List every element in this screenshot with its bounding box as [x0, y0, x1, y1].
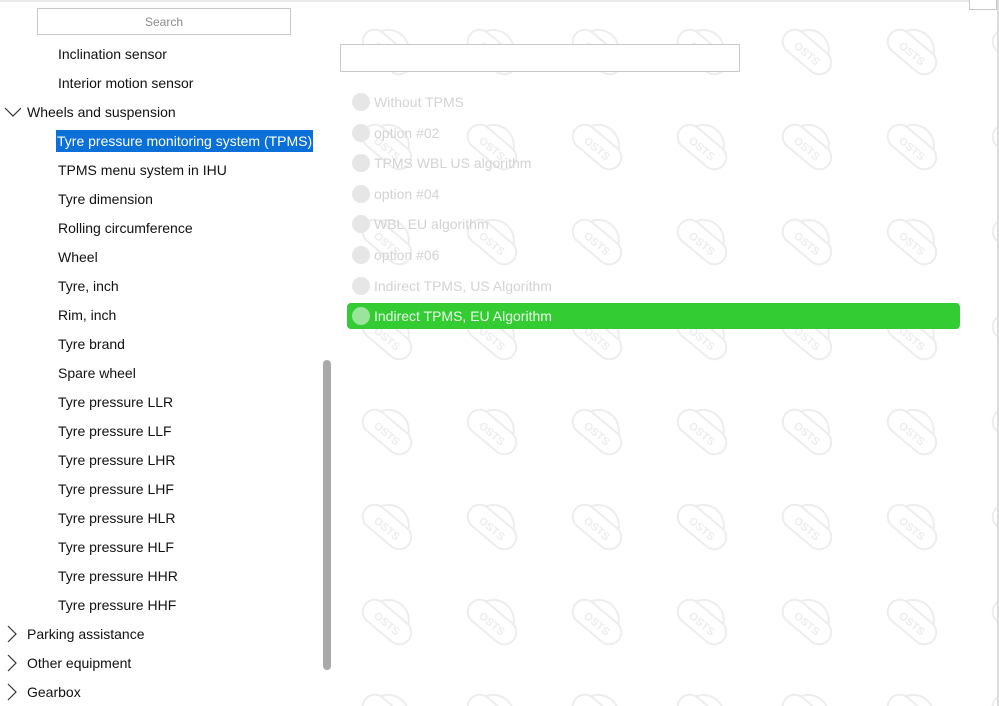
tree-item[interactable]: Tyre pressure HLR	[58, 507, 175, 529]
radio-option-label: TPMS WBL US algorithm	[374, 155, 532, 171]
tree-item-label: Inclination sensor	[58, 46, 167, 62]
radio-option-label: Without TPMS	[374, 94, 464, 110]
tree-item[interactable]: TPMS menu system in IHU	[58, 159, 227, 181]
tree-item-label: Wheels and suspension	[27, 104, 176, 120]
radio-button-icon[interactable]	[352, 93, 370, 111]
radio-option[interactable]: Indirect TPMS, EU Algorithm	[347, 303, 960, 329]
radio-option[interactable]: TPMS WBL US algorithm	[347, 150, 960, 176]
tree-item-label: Spare wheel	[58, 365, 136, 381]
tree-item[interactable]: Tyre pressure LHR	[58, 449, 175, 471]
tree-group[interactable]: Other equipment	[4, 652, 131, 674]
tree-item[interactable]: Tyre pressure LHF	[58, 478, 174, 500]
radio-button-icon[interactable]	[352, 277, 370, 295]
radio-option[interactable]: Indirect TPMS, US Algorithm	[347, 273, 960, 299]
tree-item[interactable]: Wheel	[58, 246, 98, 268]
radio-option-label: Indirect TPMS, EU Algorithm	[374, 308, 552, 324]
tree-item-label: Tyre pressure LLR	[58, 394, 174, 410]
tree-panel: Inclination sensor Interior motion sensor…	[0, 2, 335, 706]
tree-item-label: Tyre pressure LLF	[58, 423, 172, 439]
tree-item[interactable]: Interior motion sensor	[58, 72, 193, 94]
tree-item-label: TPMS menu system in IHU	[58, 162, 227, 178]
radio-option-label: option #06	[374, 247, 440, 263]
tree-item[interactable]: Rim, inch	[58, 304, 116, 326]
radio-button-icon[interactable]	[352, 246, 370, 264]
tree-item[interactable]: Tyre pressure LLF	[58, 420, 172, 442]
chevron-down-icon[interactable]	[4, 101, 21, 123]
search-input[interactable]	[37, 8, 291, 35]
radio-option[interactable]: option #02	[347, 120, 960, 146]
tree-group[interactable]: Gearbox	[4, 681, 81, 703]
radio-option[interactable]: Without TPMS	[347, 89, 960, 115]
tree-item-label: Tyre pressure LHF	[58, 481, 174, 497]
tree-item-label: Parking assistance	[27, 626, 145, 642]
radio-option[interactable]: WBL EU algorithm	[347, 211, 960, 237]
tree-item[interactable]: Spare wheel	[58, 362, 136, 384]
tree-scrollbar[interactable]	[323, 360, 331, 670]
chevron-right-icon[interactable]	[4, 681, 21, 703]
tree-item-label: Tyre pressure LHR	[58, 452, 176, 468]
content-panel: OSTS Without TPMSoption #02TPMS WBL US a…	[335, 2, 997, 706]
tree-item-label: Tyre brand	[58, 336, 125, 352]
tree-item-label: Other equipment	[27, 655, 132, 671]
radio-option-label: option #04	[374, 186, 440, 202]
tree-group[interactable]: Wheels and suspension	[4, 101, 176, 123]
chevron-right-icon[interactable]	[4, 652, 21, 674]
tree-item-label: Wheel	[58, 249, 98, 265]
value-field[interactable]	[340, 44, 740, 72]
tree-item[interactable]: Tyre pressure HHR	[58, 565, 178, 587]
radio-option-label: Indirect TPMS, US Algorithm	[374, 278, 552, 294]
tree-group[interactable]: Parking assistance	[4, 623, 145, 645]
radio-button-icon[interactable]	[352, 215, 370, 233]
radio-button-icon[interactable]	[352, 185, 370, 203]
tree-item-label: Gearbox	[27, 684, 81, 700]
tree-item-label: Tyre pressure HLF	[58, 539, 174, 555]
tree-item-label: Tyre pressure monitoring system (TPMS)	[56, 130, 314, 152]
radio-button-icon[interactable]	[352, 154, 370, 172]
tree-item[interactable]: Rolling circumference	[58, 217, 193, 239]
tree-item-label: Tyre pressure HHR	[58, 568, 178, 584]
tree-item[interactable]: Tyre dimension	[58, 188, 153, 210]
radio-option-label: WBL EU algorithm	[374, 216, 489, 232]
tree-item[interactable]: Tyre brand	[58, 333, 125, 355]
tree-item-label: Tyre dimension	[58, 191, 153, 207]
radio-button-icon[interactable]	[352, 124, 370, 142]
tree-item[interactable]: Tyre pressure monitoring system (TPMS)	[56, 130, 314, 152]
chevron-right-icon[interactable]	[4, 623, 21, 645]
tree-item[interactable]: Tyre pressure HLF	[58, 536, 174, 558]
tree-item-label: Rolling circumference	[58, 220, 193, 236]
tree-item[interactable]: Tyre pressure HHF	[58, 594, 176, 616]
tree-item-label: Interior motion sensor	[58, 75, 194, 91]
tree-item[interactable]: Inclination sensor	[58, 43, 167, 65]
tree-item-label: Tyre, inch	[58, 278, 119, 294]
radio-button-icon[interactable]	[352, 307, 370, 325]
radio-option[interactable]: option #06	[347, 242, 960, 268]
radio-option-label: option #02	[374, 125, 440, 141]
radio-option[interactable]: option #04	[347, 181, 960, 207]
tree-item[interactable]: Tyre pressure LLR	[58, 391, 173, 413]
tree-item-label: Rim, inch	[58, 307, 117, 323]
tree-item[interactable]: Tyre, inch	[58, 275, 119, 297]
tree-item-label: Tyre pressure HHF	[58, 597, 177, 613]
tree-item-label: Tyre pressure HLR	[58, 510, 176, 526]
